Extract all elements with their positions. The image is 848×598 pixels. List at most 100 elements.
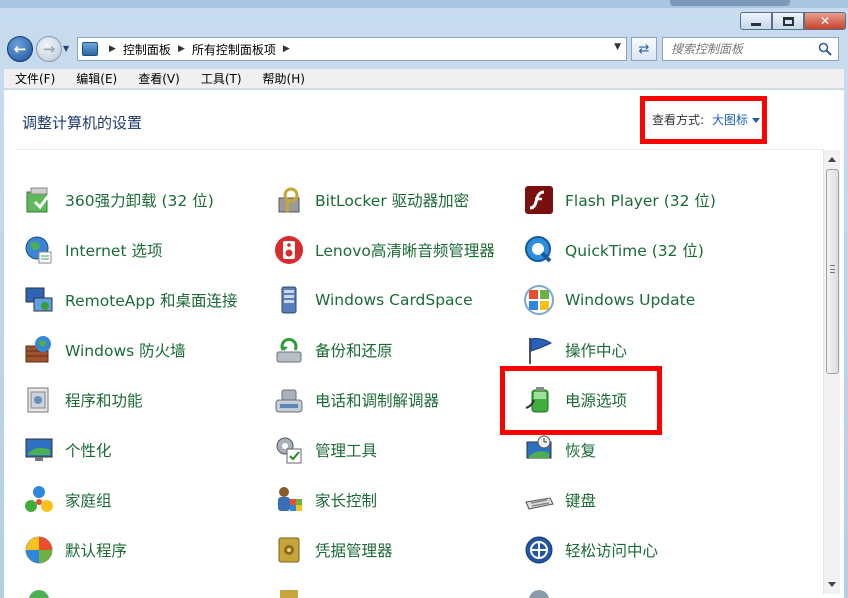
view-mode-value[interactable]: 大图标 (712, 111, 748, 128)
keyboard-icon (522, 483, 556, 517)
item-label: 程序和功能 (65, 392, 143, 410)
breadcrumb-all-items[interactable]: 所有控制面板项 (192, 41, 276, 58)
item-windows-firewall[interactable]: Windows 防火墙 (22, 332, 186, 368)
scroll-down-icon[interactable] (828, 582, 836, 587)
homegroup-icon (22, 483, 56, 517)
item-bitlocker[interactable]: BitLocker 驱动器加密 (272, 182, 469, 218)
menu-view[interactable]: 查看(V) (127, 70, 190, 87)
firewall-icon (22, 333, 56, 367)
programs-features-icon (22, 383, 56, 417)
windows-update-icon (522, 283, 556, 317)
item-lenovo-audio[interactable]: Lenovo高清晰音频管理器 (272, 232, 495, 268)
item-remoteapp[interactable]: RemoteApp 和桌面连接 (22, 282, 238, 318)
chevron-right-icon[interactable]: ▶ (109, 44, 116, 54)
maximize-icon (782, 16, 794, 26)
item-label: BitLocker 驱动器加密 (315, 192, 470, 210)
item-windows-update[interactable]: Windows Update (522, 282, 695, 318)
next-row-partial (22, 584, 822, 598)
breadcrumb-control-panel[interactable]: 控制面板 (123, 41, 171, 58)
scroll-up-icon[interactable] (828, 157, 836, 162)
address-dropdown-icon[interactable]: ▼ (614, 42, 621, 52)
speaker-icon (272, 233, 306, 267)
item-label: 恢复 (565, 442, 597, 460)
item-cardspace[interactable]: Windows CardSpace (272, 282, 473, 318)
item-personalization[interactable]: 个性化 (22, 432, 112, 468)
flash-player-icon (522, 183, 556, 217)
item-programs-features[interactable]: 程序和功能 (22, 382, 143, 418)
bitlocker-key-icon (272, 183, 306, 217)
item-label: 家庭组 (65, 492, 112, 510)
partial-icon (529, 590, 549, 598)
refresh-button[interactable]: ⇄ (631, 37, 657, 61)
item-label: 家长控制 (315, 492, 378, 510)
caption-buttons: ✕ (740, 12, 846, 30)
partial-icon (280, 590, 298, 598)
item-360-uninstall[interactable]: 360强力卸载 (32 位) (22, 182, 214, 218)
address-bar[interactable]: ▶ 控制面板 ▶ 所有控制面板项 ▶ ▼ (77, 37, 627, 61)
item-label: 个性化 (65, 442, 112, 460)
item-default-programs[interactable]: 默认程序 (22, 532, 127, 568)
window-top-strip (0, 0, 848, 8)
view-mode-selector[interactable]: 查看方式: 大图标 (652, 111, 761, 128)
personalization-icon (22, 433, 56, 467)
search-box[interactable] (662, 37, 839, 61)
uninstall-box-icon (22, 183, 56, 217)
item-quicktime[interactable]: QuickTime (32 位) (522, 232, 704, 268)
back-button[interactable]: ← (7, 36, 33, 62)
item-phone-modem[interactable]: 电话和调制解调器 (272, 382, 439, 418)
item-power-options[interactable]: 电源选项 (522, 382, 627, 418)
scroll-thumb[interactable] (826, 169, 839, 374)
item-label: 凭据管理器 (315, 542, 393, 560)
search-icon[interactable] (818, 42, 832, 56)
close-button[interactable]: ✕ (804, 12, 846, 30)
header-divider (16, 149, 824, 150)
item-label: Flash Player (32 位) (565, 192, 716, 210)
item-label: Windows Update (565, 291, 696, 309)
forward-button[interactable]: → (36, 36, 62, 62)
default-programs-icon (22, 533, 56, 567)
close-icon: ✕ (819, 14, 831, 28)
item-action-center[interactable]: 操作中心 (522, 332, 627, 368)
power-battery-icon (522, 383, 556, 417)
item-homegroup[interactable]: 家庭组 (22, 482, 112, 518)
chevron-right-icon[interactable]: ▶ (283, 44, 290, 54)
search-input[interactable] (671, 42, 811, 56)
vertical-scrollbar[interactable] (823, 150, 840, 594)
chevron-down-icon[interactable] (752, 118, 761, 123)
item-backup-restore[interactable]: 备份和还原 (272, 332, 393, 368)
item-admin-tools[interactable]: 管理工具 (272, 432, 377, 468)
item-parental-controls[interactable]: 家长控制 (272, 482, 377, 518)
menu-file[interactable]: 文件(F) (4, 70, 65, 87)
item-label: 管理工具 (315, 442, 378, 460)
menu-tools[interactable]: 工具(T) (190, 70, 252, 87)
minimize-button[interactable] (740, 12, 772, 30)
item-flash-player[interactable]: Flash Player (32 位) (522, 182, 716, 218)
refresh-icon: ⇄ (638, 41, 650, 57)
item-ease-of-access[interactable]: 轻松访问中心 (522, 532, 658, 568)
parental-controls-icon (272, 483, 306, 517)
item-internet-options[interactable]: Internet 选项 (22, 232, 162, 268)
control-panel-icon (82, 42, 98, 56)
partial-icon (29, 590, 49, 598)
action-center-flag-icon (522, 333, 556, 367)
recent-pages-dropdown[interactable]: ▼ (63, 45, 73, 53)
page-title: 调整计算机的设置 (22, 114, 143, 132)
chevron-right-icon[interactable]: ▶ (178, 44, 185, 54)
item-label: 360强力卸载 (32 位) (65, 192, 214, 210)
item-label: 轻松访问中心 (565, 542, 659, 560)
menu-edit[interactable]: 编辑(E) (65, 70, 127, 87)
phone-modem-icon (272, 383, 306, 417)
internet-globe-icon (22, 233, 56, 267)
item-label: Windows CardSpace (315, 291, 473, 309)
maximize-button[interactable] (772, 12, 804, 30)
item-label: 备份和还原 (315, 342, 393, 360)
item-label: 电话和调制解调器 (315, 392, 440, 410)
item-keyboard[interactable]: 键盘 (522, 482, 596, 518)
recovery-icon (522, 433, 556, 467)
menu-help[interactable]: 帮助(H) (252, 70, 315, 87)
item-credential-manager[interactable]: 凭据管理器 (272, 532, 393, 568)
minimize-icon (751, 22, 761, 26)
item-label: 电源选项 (565, 392, 628, 410)
item-recovery[interactable]: 恢复 (522, 432, 596, 468)
navigation-bar: ← → ▼ ▶ 控制面板 ▶ 所有控制面板项 ▶ ▼ ⇄ (0, 33, 848, 65)
